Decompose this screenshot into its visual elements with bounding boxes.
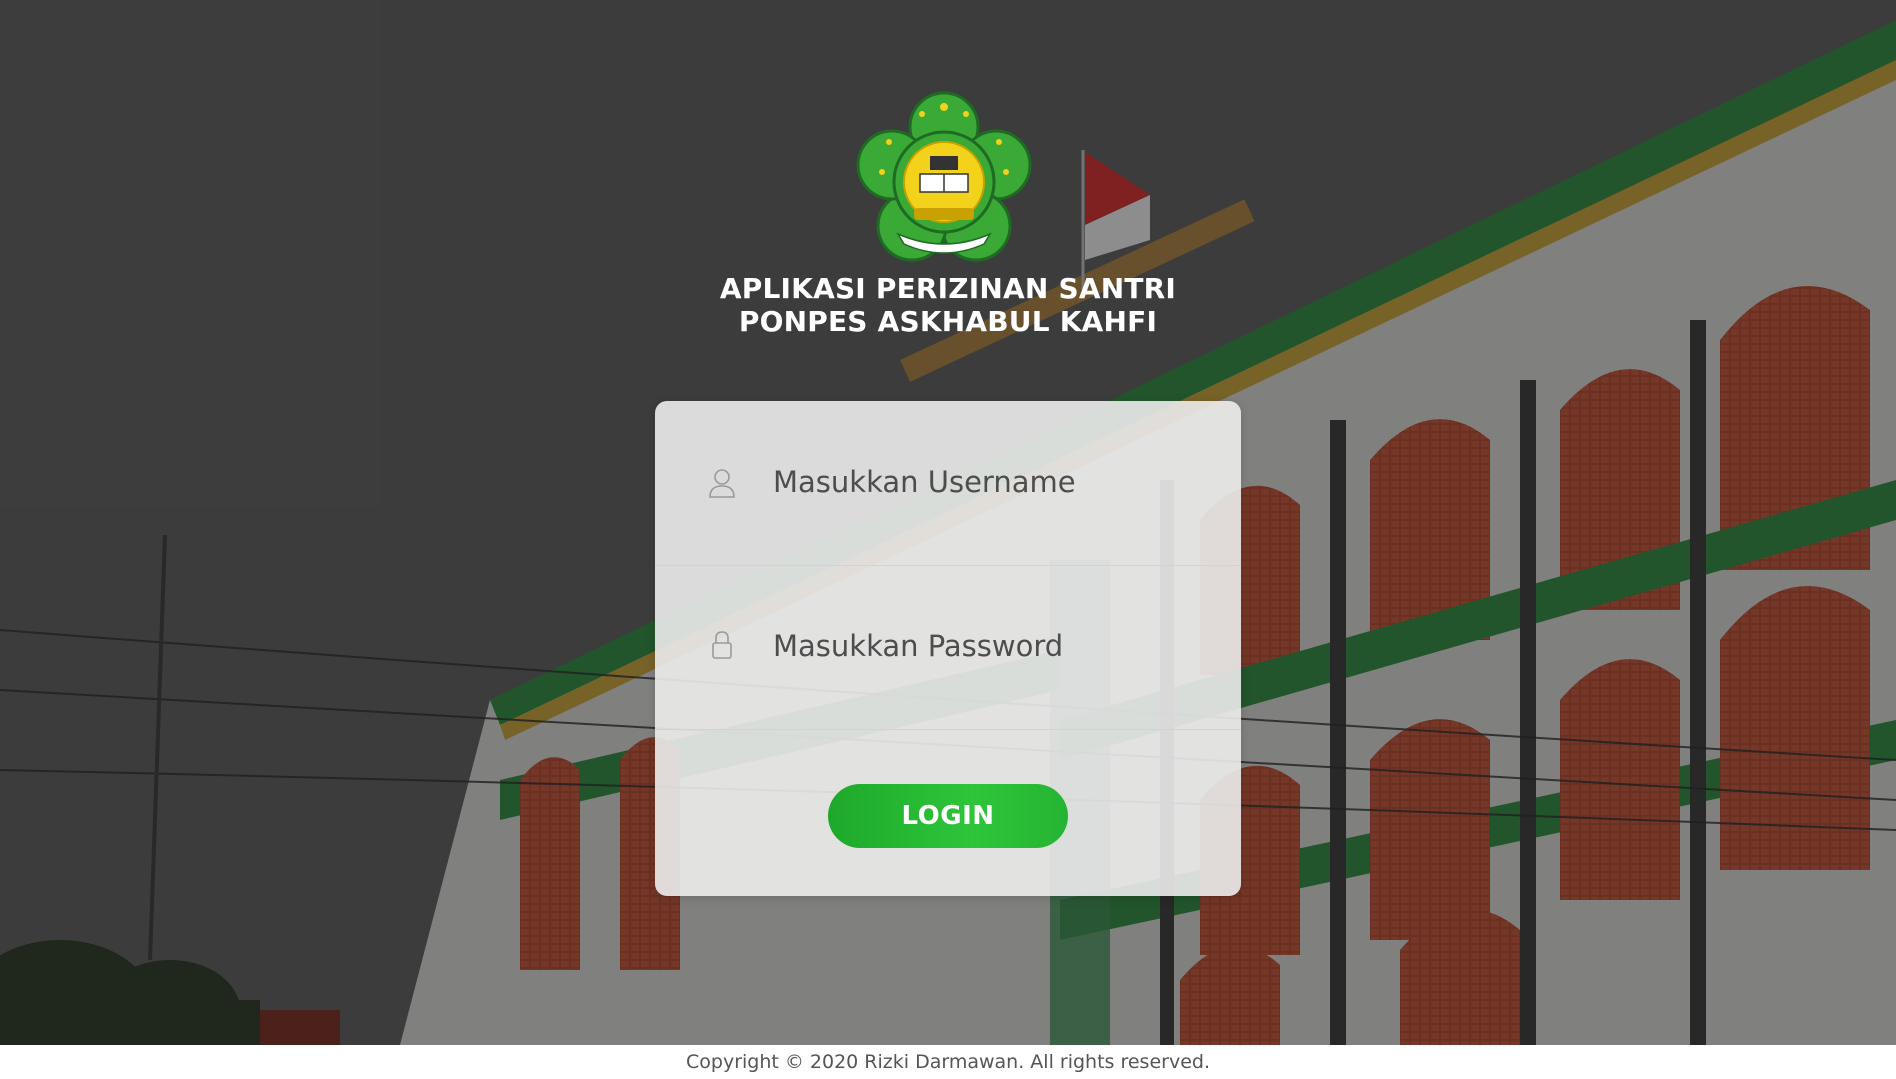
login-page-background: APLIKASI PERIZINAN SANTRI PONPES ASKHABU… <box>0 0 1896 1045</box>
kemenag-logo <box>852 90 1036 268</box>
kemenag-logo-icon <box>856 91 1032 262</box>
app-title: APLIKASI PERIZINAN SANTRI PONPES ASKHABU… <box>600 272 1296 338</box>
app-title-line-1: APLIKASI PERIZINAN SANTRI <box>719 272 1177 305</box>
username-field-row <box>655 401 1241 566</box>
username-input[interactable] <box>773 457 1193 507</box>
footer-copyright: Copyright © 2020 Rizki Darmawan. All rig… <box>0 1045 1896 1079</box>
app-title-line-2: PONPES ASKHABUL KAHFI <box>738 305 1158 338</box>
lock-icon <box>712 631 732 659</box>
copyright-text: Copyright © 2020 Rizki Darmawan. All rig… <box>686 1051 1210 1073</box>
password-input[interactable] <box>773 621 1193 671</box>
login-form: LOGIN <box>655 401 1241 896</box>
password-field-row <box>655 565 1241 730</box>
user-icon <box>709 469 735 498</box>
login-button[interactable]: LOGIN <box>828 784 1068 848</box>
